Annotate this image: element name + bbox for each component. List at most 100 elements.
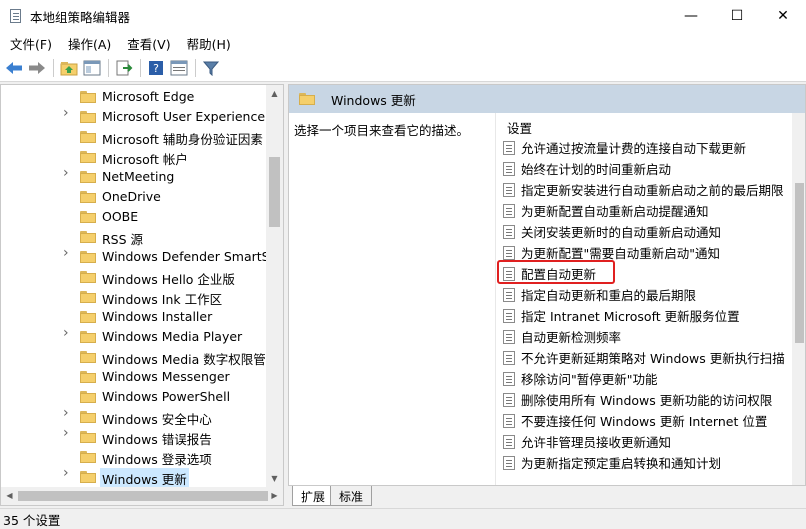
folder-icon [80,131,96,143]
tree-item[interactable]: › Windows Media Player [1,326,266,347]
folder-icon [80,231,96,243]
filter-button[interactable] [200,57,222,79]
tree-item[interactable]: OneDrive [1,187,266,207]
setting-item[interactable]: 指定更新安装进行自动重新启动之前的最后期限 [503,179,793,200]
export-list-button[interactable] [113,57,135,79]
tree-item[interactable]: › NetMeeting [1,166,266,187]
tree-item[interactable]: › Windows 更新 [1,466,266,487]
scroll-left-arrow-icon[interactable]: ◀ [1,487,18,505]
setting-label: 为更新配置自动重新启动提醒通知 [521,204,709,219]
setting-item[interactable]: 允许通过按流量计费的连接自动下载更新 [503,137,793,158]
setting-item[interactable]: 指定自动更新和重启的最后期限 [503,284,793,305]
policy-setting-icon [503,455,515,470]
folder-icon [80,251,96,263]
tree-item[interactable]: Windows Installer [1,307,266,327]
details-pane: Windows 更新 选择一个项目来查看它的描述。 设置 允许通过按流量计费的连… [288,84,806,486]
setting-item[interactable]: 删除使用所有 Windows 更新功能的访问权限 [503,389,793,410]
policy-setting-icon [503,140,515,155]
maximize-button[interactable]: ☐ [714,0,760,32]
setting-label: 不允许更新延期策略对 Windows 更新执行扫描 [521,351,785,366]
expand-chevron-icon[interactable]: › [63,326,73,340]
forward-button[interactable] [26,57,48,79]
tab-standard[interactable]: 标准 [330,486,373,506]
setting-item[interactable]: 移除访问"暂停更新"功能 [503,368,793,389]
settings-vertical-scrollbar[interactable] [792,113,805,485]
status-bar: 35 个设置 [0,508,806,529]
help-button[interactable]: ? [145,57,167,79]
expand-chevron-icon[interactable]: › [63,466,73,480]
setting-label: 关闭安装更新时的自动重新启动通知 [521,225,722,240]
tree-item[interactable]: Microsoft Edge [1,87,266,107]
setting-item[interactable]: 指定 Intranet Microsoft 更新服务位置 [503,305,793,326]
show-hide-tree-button[interactable] [81,57,103,79]
setting-item[interactable]: 为更新指定预定重启转换和通知计划 [503,452,793,473]
tree-item[interactable]: Microsoft 帐户 [1,147,266,167]
up-folder-button[interactable] [58,57,80,79]
expand-chevron-icon[interactable]: › [63,166,73,180]
menu-file[interactable]: 文件(F) [4,34,58,53]
tree-item[interactable]: RSS 源 [1,227,266,247]
setting-item[interactable]: 自动更新检测频率 [503,326,793,347]
tree-item[interactable]: › Windows 安全中心 [1,406,266,427]
tree-item-label: Windows Media 数字权限管理 [102,352,266,367]
tree-item-label: Windows 登录选项 [102,452,212,467]
expand-chevron-icon[interactable]: › [63,106,73,120]
setting-item[interactable]: 不要连接任何 Windows 更新 Internet 位置 [503,410,793,431]
setting-label: 始终在计划的时间重新启动 [521,162,672,177]
folder-icon [80,91,96,103]
tree-item-label: RSS 源 [102,232,144,247]
back-button[interactable] [3,57,25,79]
tree-item[interactable]: › Microsoft User Experience V [1,106,266,127]
tree-item[interactable]: › Windows 错误报告 [1,426,266,447]
tree-item[interactable]: OOBE [1,207,266,227]
tree-item[interactable]: Windows Media 数字权限管理 [1,347,266,367]
setting-item[interactable]: 允许非管理员接收更新通知 [503,431,793,452]
menu-help[interactable]: 帮助(H) [181,34,237,53]
minimize-button[interactable]: — [668,0,714,32]
settings-scroll-thumb[interactable] [795,183,804,343]
filter-icon [202,61,220,76]
expand-chevron-icon[interactable]: › [63,246,73,260]
setting-label: 自动更新检测频率 [521,330,622,345]
properties-button[interactable] [168,57,190,79]
folder-icon [80,351,96,363]
policy-setting-icon [503,308,515,323]
tree-scroll-thumb[interactable] [269,157,280,227]
tree-horizontal-scrollbar[interactable]: ◀ ▶ [1,487,283,505]
settings-column-header[interactable]: 设置 [507,118,532,137]
scroll-down-arrow-icon[interactable]: ▼ [266,470,283,487]
menu-action[interactable]: 操作(A) [62,34,117,53]
tree-item[interactable]: Microsoft 辅助身份验证因素 [1,127,266,147]
setting-item[interactable]: 始终在计划的时间重新启动 [503,158,793,179]
tree-item[interactable]: Windows PowerShell [1,387,266,407]
tree-hscroll-thumb[interactable] [18,491,268,501]
expand-chevron-icon[interactable]: › [63,426,73,440]
close-button[interactable]: ✕ [760,0,806,32]
policy-setting-icon [503,413,515,428]
setting-item[interactable]: 为更新配置自动重新启动提醒通知 [503,200,793,221]
tree-item[interactable]: › Windows Defender SmartSc [1,246,266,267]
tree-item[interactable]: Windows 登录选项 [1,447,266,467]
scroll-up-arrow-icon[interactable]: ▲ [266,85,283,102]
folder-icon [80,451,96,463]
policy-setting-icon [503,350,515,365]
back-arrow-icon [6,61,22,74]
policy-setting-icon [503,371,515,386]
scroll-right-arrow-icon[interactable]: ▶ [266,487,283,505]
setting-item[interactable]: 不允许更新延期策略对 Windows 更新执行扫描 [503,347,793,368]
folder-icon [80,111,96,123]
tree-item[interactable]: Windows Messenger [1,367,266,387]
policy-editor-icon [8,8,24,24]
folder-icon [80,151,96,163]
menu-view[interactable]: 查看(V) [121,34,176,53]
folder-icon [80,331,96,343]
expand-chevron-icon[interactable]: › [63,406,73,420]
tree-item[interactable]: Windows Hello 企业版 [1,267,266,287]
tree-item[interactable]: Windows Ink 工作区 [1,287,266,307]
tree-vertical-scrollbar[interactable]: ▲ ▼ [266,85,283,487]
policy-setting-icon [503,161,515,176]
setting-item[interactable]: 关闭安装更新时的自动重新启动通知 [503,221,793,242]
tab-extended[interactable]: 扩展 [292,486,335,506]
policy-setting-icon [503,245,515,260]
folder-icon [80,311,96,323]
